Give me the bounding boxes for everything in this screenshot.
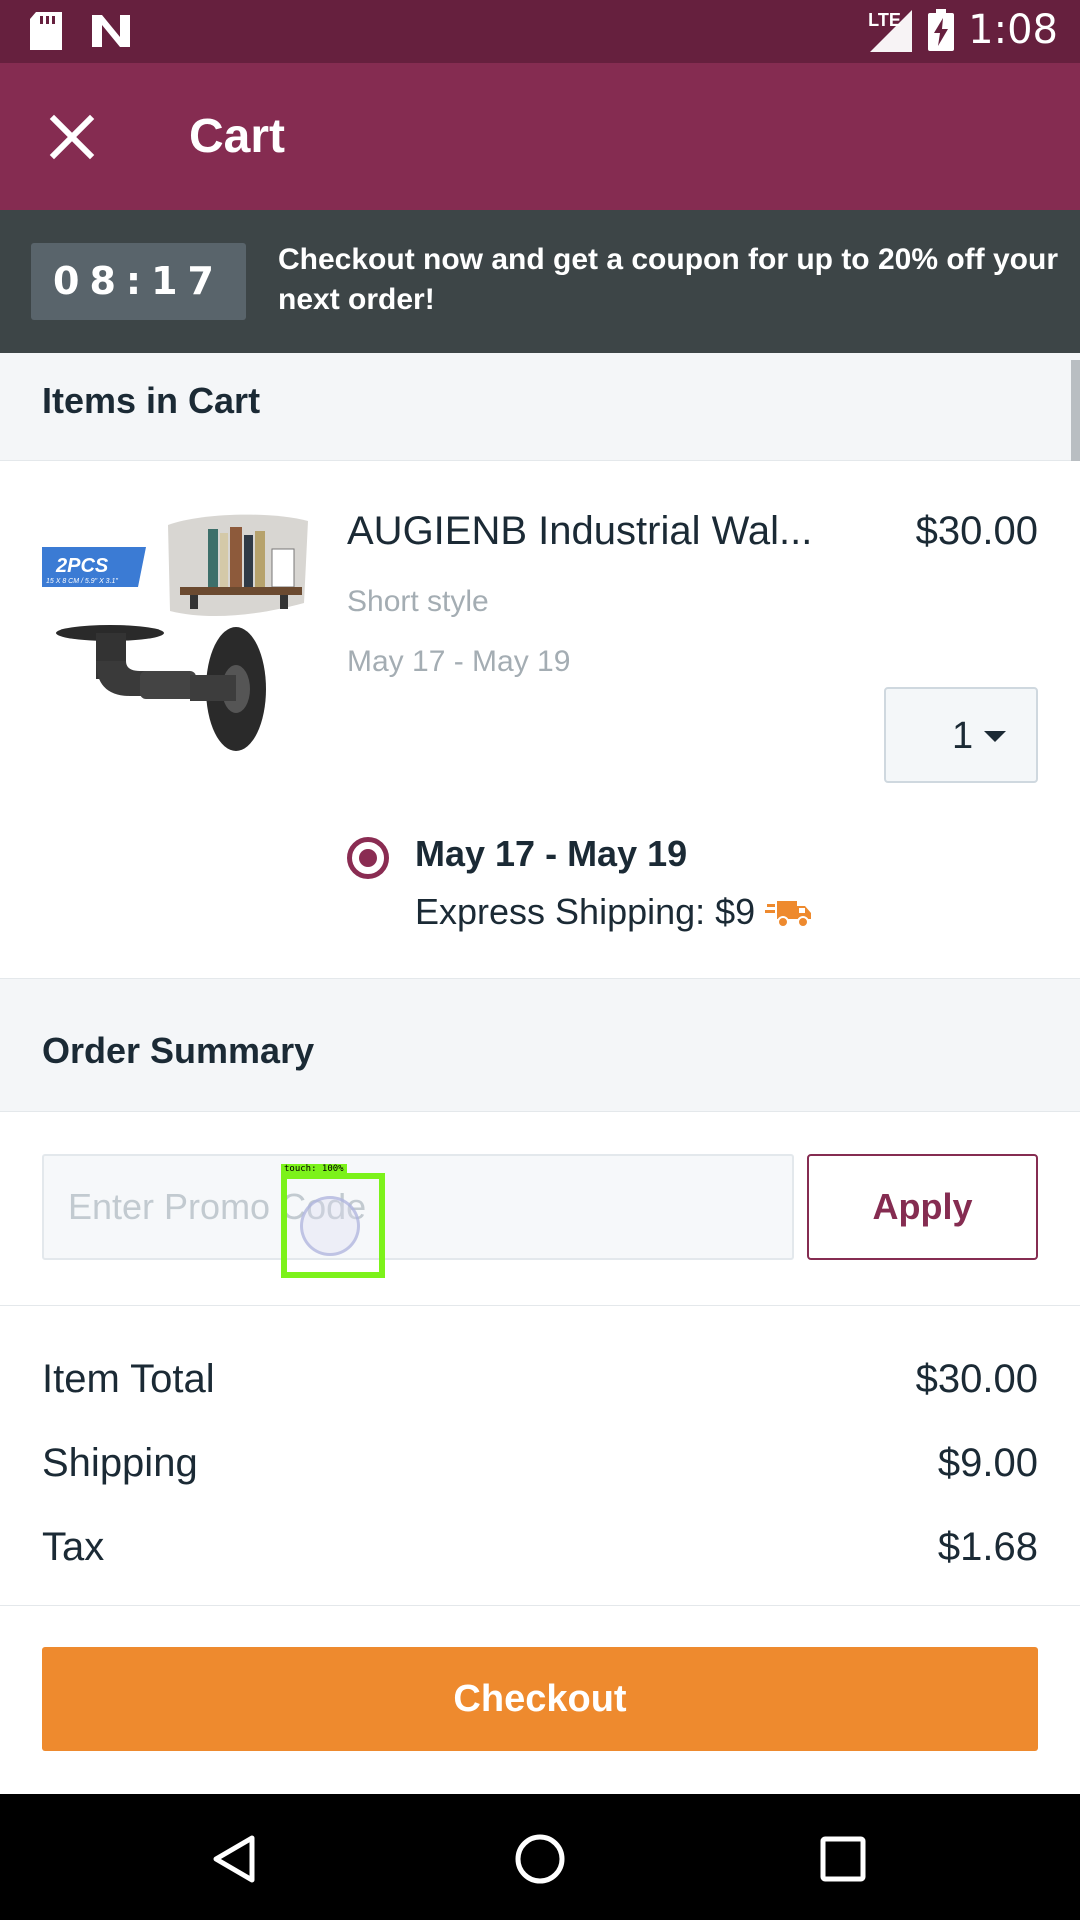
product-style: Short style	[347, 585, 489, 618]
home-button[interactable]	[505, 1824, 575, 1894]
touch-ripple	[300, 1196, 360, 1256]
shipping-option-express[interactable]: May 17 - May 19 Express Shipping: $9	[347, 831, 1047, 951]
status-bar: LTE 1:08	[0, 0, 1080, 63]
quantity-value: 1	[952, 715, 974, 757]
close-icon	[49, 114, 95, 160]
promo-code-input[interactable]	[42, 1154, 794, 1260]
shipping-radio-button[interactable]	[347, 837, 389, 879]
back-icon	[213, 1835, 255, 1883]
battery-charging-icon	[928, 9, 955, 51]
close-button[interactable]	[44, 109, 100, 165]
page-title: Cart	[189, 110, 286, 163]
checkout-button[interactable]: Checkout	[42, 1647, 1038, 1751]
status-time: 1:08	[968, 7, 1058, 53]
truck-icon	[765, 901, 812, 928]
shipping-dates: May 17 - May 19	[415, 833, 688, 874]
summary-item-total: Item Total $30.00	[42, 1357, 1038, 1402]
home-icon	[515, 1834, 565, 1884]
chevron-down-icon	[984, 731, 1006, 742]
summary-amount: $1.68	[937, 1525, 1038, 1569]
sd-card-icon	[30, 12, 62, 50]
summary-amount: $30.00	[915, 1357, 1038, 1401]
summary-label: Tax	[42, 1525, 105, 1569]
signal-icon: LTE	[868, 6, 914, 54]
summary-label: Shipping	[42, 1441, 198, 1485]
items-in-cart-title: Items in Cart	[42, 380, 261, 421]
order-summary-title: Order Summary	[42, 1030, 315, 1071]
product-delivery-dates: May 17 - May 19	[347, 645, 571, 678]
shipping-method-label: Express Shipping: $9	[415, 891, 756, 932]
app-bar: Cart	[0, 63, 1080, 210]
summary-label: Item Total	[42, 1357, 215, 1401]
promo-banner-message: Checkout now and get a coupon for up to …	[278, 243, 1058, 316]
divider	[0, 1605, 1080, 1606]
product-name[interactable]: AUGIENB Industrial Wal...	[347, 509, 847, 554]
promo-code-row: Apply	[0, 1112, 1080, 1306]
recents-icon	[820, 1836, 866, 1882]
summary-amount: $9.00	[937, 1441, 1038, 1485]
countdown-timer: 08:17	[31, 243, 246, 320]
cart-item: 2PCS 15 X 8 CM / 5.9" X 3.1" AUGIENB Ind…	[0, 461, 1080, 979]
apply-button[interactable]: Apply	[807, 1154, 1038, 1260]
summary-tax: Tax $1.68	[42, 1525, 1038, 1570]
items-in-cart-header: Items in Cart	[0, 353, 1080, 461]
system-nav-bar	[0, 1794, 1080, 1920]
promo-timer-banner: 08:17 Checkout now and get a coupon for …	[0, 210, 1080, 353]
quantity-dropdown[interactable]: 1	[884, 687, 1038, 783]
summary-shipping: Shipping $9.00	[42, 1441, 1038, 1486]
n-notification-icon	[92, 15, 130, 47]
product-image-badge: 2PCS	[55, 555, 109, 577]
recents-button[interactable]	[808, 1824, 878, 1894]
back-button[interactable]	[200, 1824, 270, 1894]
shipping-method: Express Shipping: $9	[415, 891, 813, 933]
product-image-badge-size: 15 X 8 CM / 5.9" X 3.1"	[46, 578, 118, 585]
order-summary-header: Order Summary	[0, 979, 1080, 1112]
product-image[interactable]: 2PCS 15 X 8 CM / 5.9" X 3.1"	[40, 511, 310, 761]
product-price: $30.00	[915, 509, 1038, 553]
